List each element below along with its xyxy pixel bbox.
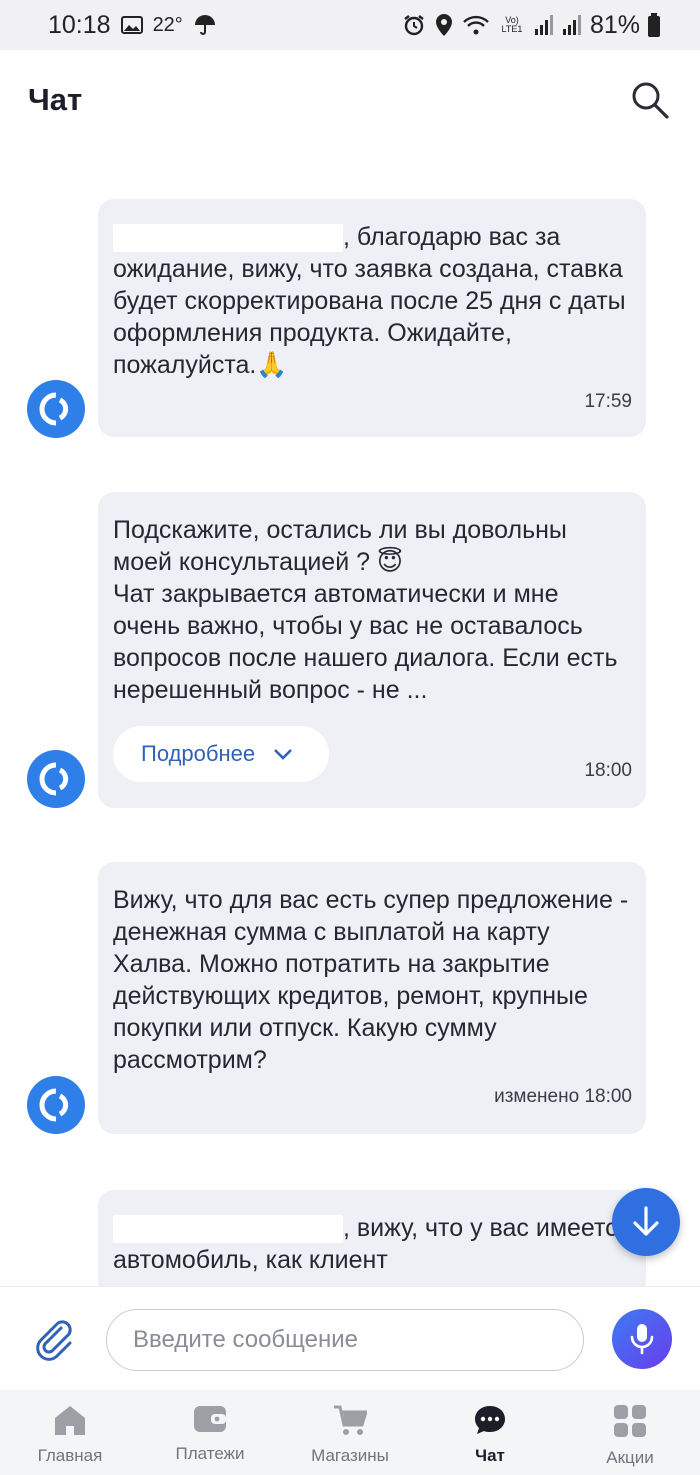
message-bubble: , благодарю вас за ожидание, вижу, что з… xyxy=(98,199,646,437)
nav-label: Магазины xyxy=(311,1446,389,1465)
wallet-icon xyxy=(194,1406,226,1432)
nav-label: Главная xyxy=(37,1446,103,1465)
bottom-navigation: Главная Платежи Магазины Чат Акции xyxy=(0,1390,700,1475)
operator-avatar xyxy=(27,380,85,438)
status-bar: 10:18 22° Vo) LTE1 81% xyxy=(0,0,700,50)
scroll-down-button[interactable] xyxy=(612,1188,680,1256)
signal-icon xyxy=(534,14,554,36)
message-time: 18:00 xyxy=(584,760,632,781)
message-time: 17:59 xyxy=(584,391,632,412)
location-icon xyxy=(434,13,454,37)
microphone-icon xyxy=(630,1324,654,1355)
redacted-name xyxy=(113,224,343,253)
operator-avatar xyxy=(27,750,85,808)
nav-item-promos[interactable]: Акции xyxy=(560,1390,700,1475)
voice-button[interactable] xyxy=(612,1309,672,1369)
message-composer xyxy=(0,1286,700,1390)
message-text: Вижу, что для вас есть супер предложение… xyxy=(113,886,629,1074)
page-title: Чат xyxy=(28,82,83,117)
message-bubble: Подскажите, остались ли вы довольны моей… xyxy=(98,492,646,808)
home-icon xyxy=(55,1406,85,1435)
show-more-button[interactable]: Подробнее xyxy=(113,726,330,782)
bank-logo-icon xyxy=(39,392,69,426)
chevron-down-icon xyxy=(274,749,293,760)
chat-messages[interactable]: , благодарю вас за ожидание, вижу, что з… xyxy=(0,150,700,1286)
bank-logo-icon xyxy=(39,762,69,796)
gallery-icon xyxy=(120,15,143,35)
chat-header: Чат xyxy=(0,50,700,150)
battery-percent: 81% xyxy=(589,10,640,39)
nav-label: Акции xyxy=(606,1448,654,1467)
search-button[interactable] xyxy=(628,78,672,122)
redacted-name xyxy=(113,1215,343,1244)
chat-icon xyxy=(475,1406,505,1434)
nav-item-chat[interactable]: Чат xyxy=(420,1390,560,1475)
umbrella-icon xyxy=(193,13,217,37)
lte-label: Vo) LTE1 xyxy=(501,15,523,34)
nav-item-shops[interactable]: Магазины xyxy=(280,1390,420,1475)
alarm-icon xyxy=(402,13,426,37)
arrow-down-icon xyxy=(633,1206,659,1236)
message-text: Подскажите, остались ли вы довольны моей… xyxy=(113,516,618,704)
status-time: 10:18 xyxy=(48,10,111,39)
message-bubble: , вижу, что у вас имеется автомобиль, ка… xyxy=(98,1190,646,1286)
show-more-label: Подробнее xyxy=(141,741,256,766)
nav-label: Чат xyxy=(475,1446,505,1465)
message-bubble: Вижу, что для вас есть супер предложение… xyxy=(98,862,646,1134)
grid-icon xyxy=(614,1405,646,1437)
attach-button[interactable] xyxy=(30,1315,78,1363)
battery-icon xyxy=(648,13,660,37)
paperclip-icon xyxy=(36,1320,72,1361)
bank-logo-icon xyxy=(39,1088,69,1122)
message-input[interactable] xyxy=(106,1309,584,1371)
cart-icon xyxy=(334,1405,367,1435)
message-time: изменено 18:00 xyxy=(494,1086,632,1107)
signal-icon-2 xyxy=(562,14,582,36)
nav-item-payments[interactable]: Платежи xyxy=(140,1390,280,1475)
nav-label: Платежи xyxy=(175,1444,245,1463)
search-icon xyxy=(632,82,669,119)
status-temperature: 22° xyxy=(152,13,183,36)
wifi-icon xyxy=(462,14,490,36)
nav-item-home[interactable]: Главная xyxy=(0,1390,140,1475)
operator-avatar xyxy=(27,1076,85,1134)
